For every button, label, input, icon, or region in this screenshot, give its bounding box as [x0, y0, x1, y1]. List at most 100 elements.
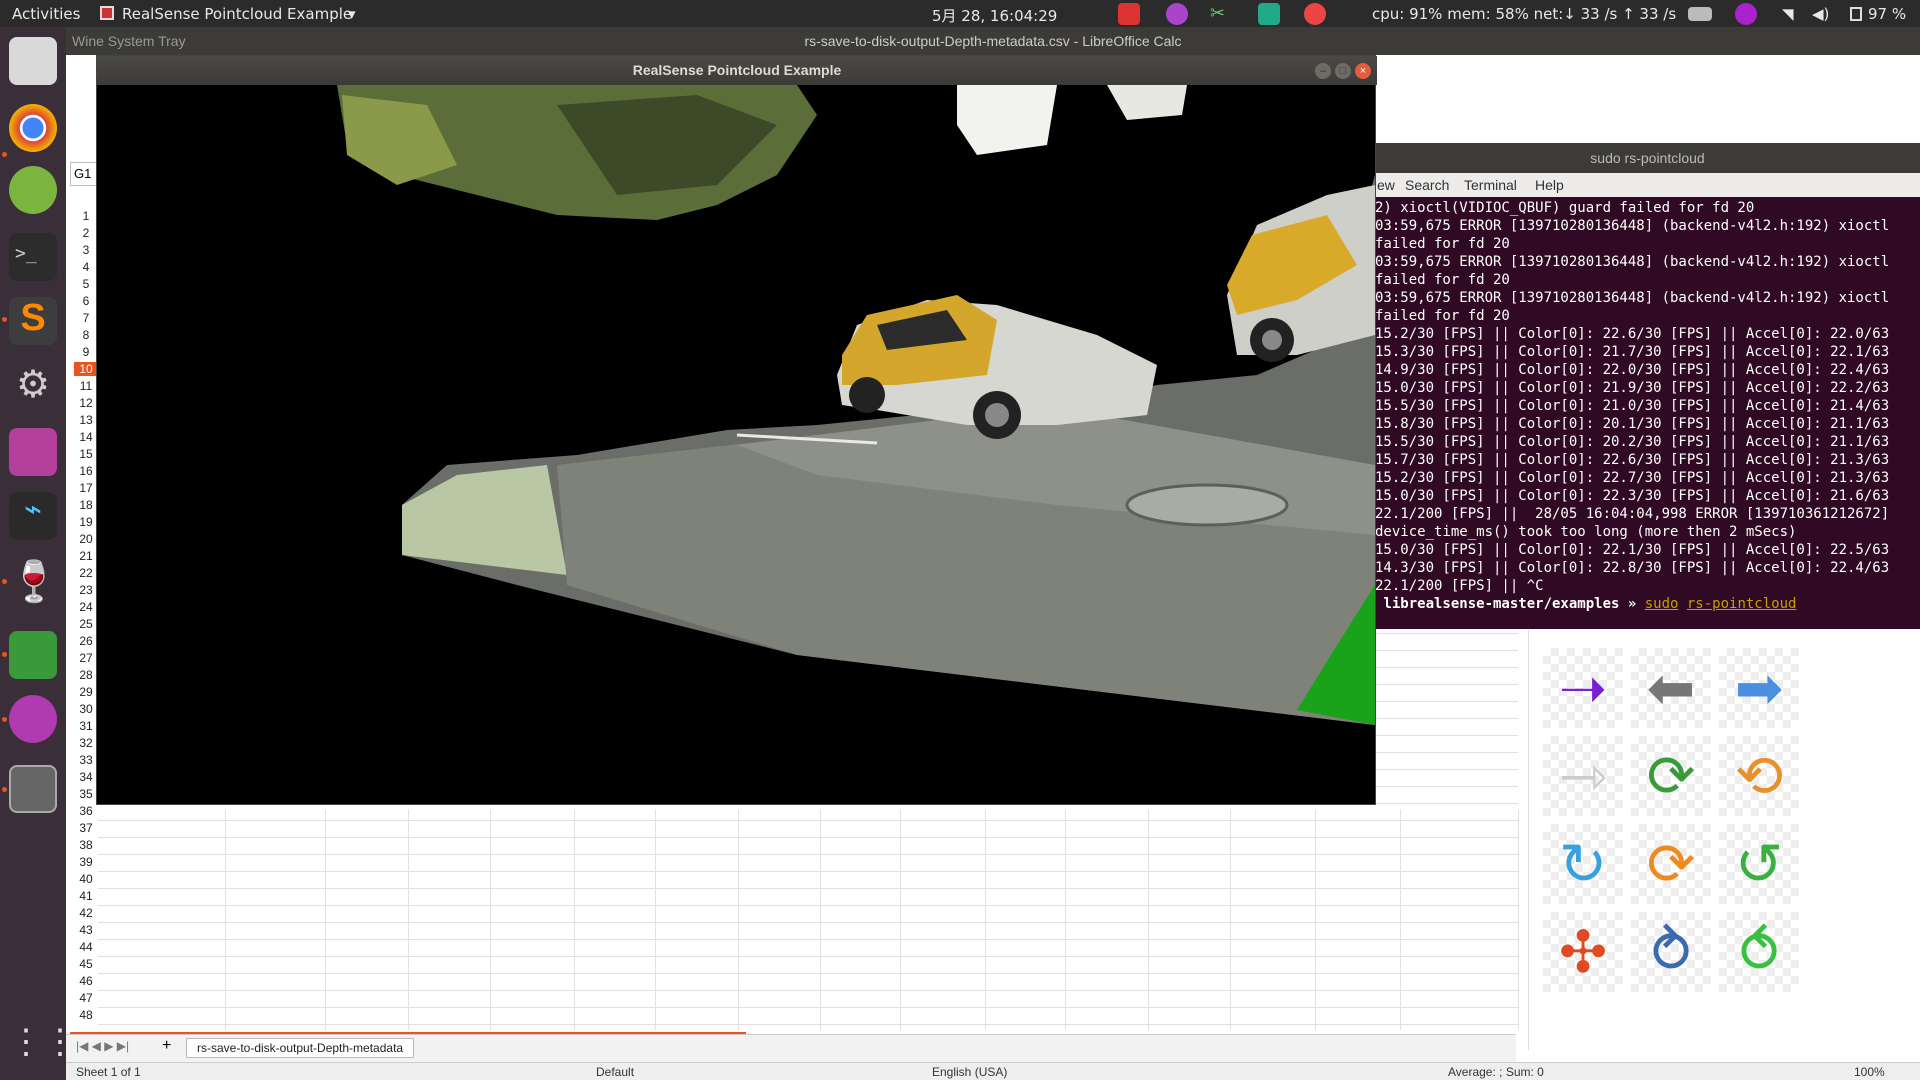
row-header[interactable]: 11 [74, 379, 98, 393]
arrow-right-blue-icon[interactable]: ➡ [1719, 648, 1799, 728]
row-header[interactable]: 14 [74, 430, 98, 444]
row-header[interactable]: 36 [74, 804, 98, 818]
stethoscope-icon[interactable] [9, 166, 57, 214]
row-header[interactable]: 7 [74, 311, 98, 325]
pointcloud-window[interactable]: RealSense Pointcloud Example – □ × [96, 55, 1377, 805]
row-header[interactable]: 39 [74, 855, 98, 869]
cycle-orange-blue-icon[interactable]: ⟲ [1719, 736, 1799, 816]
row-header[interactable]: 1 [74, 209, 98, 223]
settings-icon[interactable]: ⚙ [9, 362, 57, 410]
app-icon-a[interactable] [9, 695, 57, 743]
tray-app-icon[interactable] [1166, 3, 1188, 25]
row-header[interactable]: 43 [74, 923, 98, 937]
files-icon[interactable] [9, 37, 57, 85]
app-grid-icon[interactable]: ⋮⋮ [9, 1022, 77, 1070]
row-header[interactable]: 47 [74, 991, 98, 1005]
row-header[interactable]: 27 [74, 651, 98, 665]
row-header[interactable]: 46 [74, 974, 98, 988]
page-style[interactable]: Default [596, 1065, 634, 1079]
video-editor-icon[interactable] [9, 428, 57, 476]
row-header[interactable]: 33 [74, 753, 98, 767]
row-header[interactable]: 26 [74, 634, 98, 648]
terminal-output[interactable]: 2) xioctl(VIDIOC_QBUF) guard failed for … [1375, 197, 1920, 629]
row-header[interactable]: 23 [74, 583, 98, 597]
row-header[interactable]: 13 [74, 413, 98, 427]
system-monitor-icon[interactable]: ⌁ [9, 492, 57, 540]
row-header[interactable]: 29 [74, 685, 98, 699]
row-header[interactable]: 48 [74, 1008, 98, 1022]
row-header[interactable]: 5 [74, 277, 98, 291]
volume-icon[interactable]: ◀) [1812, 5, 1829, 23]
row-header[interactable]: 4 [74, 260, 98, 274]
four-arrows-icon[interactable]: ✣ [1543, 912, 1623, 992]
row-header[interactable]: 3 [74, 243, 98, 257]
row-header[interactable]: 15 [74, 447, 98, 461]
chrome-icon[interactable] [9, 104, 57, 152]
zoom-level[interactable]: 100% [1854, 1065, 1885, 1079]
arrow-right-purple-icon[interactable]: ➝ [1543, 648, 1623, 728]
row-header[interactable]: 31 [74, 719, 98, 733]
wifi-icon[interactable]: ◥ [1782, 5, 1794, 23]
language[interactable]: English (USA) [932, 1065, 1007, 1079]
menu-help[interactable]: Help [1535, 177, 1564, 193]
wine-system-tray-tab[interactable]: Wine System Tray [72, 30, 186, 52]
record-icon[interactable] [1118, 3, 1140, 25]
row-header[interactable]: 19 [74, 515, 98, 529]
selection-summary[interactable]: Average: ; Sum: 0 [1448, 1065, 1544, 1079]
pointcloud-canvas[interactable] [97, 85, 1375, 804]
row-header[interactable]: 24 [74, 600, 98, 614]
add-sheet-button[interactable]: + [162, 1037, 171, 1055]
row-header[interactable]: 6 [74, 294, 98, 308]
row-header[interactable]: 41 [74, 889, 98, 903]
row-header[interactable]: 44 [74, 940, 98, 954]
row-header[interactable]: 22 [74, 566, 98, 580]
ellipse-arrow-icon[interactable]: ⥁ [1631, 912, 1711, 992]
row-header[interactable]: 28 [74, 668, 98, 682]
system-monitor[interactable]: cpu: 91% mem: 58% net:↓ 33 /s ↑ 33 /s [1372, 5, 1676, 23]
circular-arrow-orange-icon[interactable]: ⟳ [1631, 824, 1711, 904]
menu-terminal[interactable]: Terminal [1464, 177, 1517, 193]
row-header[interactable]: 40 [74, 872, 98, 886]
clock[interactable]: 5月 28, 16:04:29 [932, 5, 1057, 26]
row-header[interactable]: 37 [74, 821, 98, 835]
row-header[interactable]: 45 [74, 957, 98, 971]
wine-icon[interactable]: 🍷 [9, 558, 59, 606]
app-menu[interactable]: RealSense Pointcloud Example [122, 5, 352, 23]
sublime-icon[interactable]: S [9, 297, 57, 345]
row-header[interactable]: 25 [74, 617, 98, 631]
sheet-nav-icons[interactable]: |◀ ◀ ▶ ▶| [76, 1039, 129, 1053]
chevron-down-icon[interactable]: ▾ [348, 5, 356, 23]
row-header[interactable]: 32 [74, 736, 98, 750]
row-header[interactable]: 30 [74, 702, 98, 716]
row-header[interactable]: 35 [74, 787, 98, 801]
arrow-right-outline-icon[interactable]: ⇾ [1543, 736, 1623, 816]
row-header[interactable]: 18 [74, 498, 98, 512]
menu-view[interactable]: ew [1377, 177, 1395, 193]
activities-button[interactable]: Activities [12, 5, 80, 23]
row-header[interactable]: 8 [74, 328, 98, 342]
row-header[interactable]: 21 [74, 549, 98, 563]
row-header[interactable]: 34 [74, 770, 98, 784]
battery-icon[interactable] [1850, 7, 1862, 21]
user-icon[interactable] [1735, 3, 1757, 25]
close-button[interactable]: × [1355, 63, 1371, 79]
row-header[interactable]: 16 [74, 464, 98, 478]
keyboard-icon[interactable] [1688, 7, 1712, 21]
sheet-tab[interactable]: rs-save-to-disk-output-Depth-metadata [186, 1038, 415, 1058]
row-header[interactable]: 17 [74, 481, 98, 495]
terminal-icon[interactable]: >_ [9, 233, 57, 281]
row-header[interactable]: 9 [74, 345, 98, 359]
minimize-button[interactable]: – [1315, 63, 1331, 79]
image-icon[interactable] [1258, 3, 1280, 25]
row-header[interactable]: 2 [74, 226, 98, 240]
row-header[interactable]: 42 [74, 906, 98, 920]
row-header[interactable]: 38 [74, 838, 98, 852]
circular-arrow-blue-icon[interactable]: ↻ [1543, 824, 1623, 904]
row-header[interactable]: 10 [74, 362, 98, 376]
calc-icon[interactable] [9, 631, 57, 679]
menu-search[interactable]: Search [1405, 177, 1449, 193]
ellipse-arrow-green-icon[interactable]: ⥀ [1719, 912, 1799, 992]
arrow-left-gray-icon[interactable]: ⬅ [1631, 648, 1711, 728]
close-app-icon[interactable] [1304, 3, 1326, 25]
circular-arrow-mixed-icon[interactable]: ↺ [1719, 824, 1799, 904]
